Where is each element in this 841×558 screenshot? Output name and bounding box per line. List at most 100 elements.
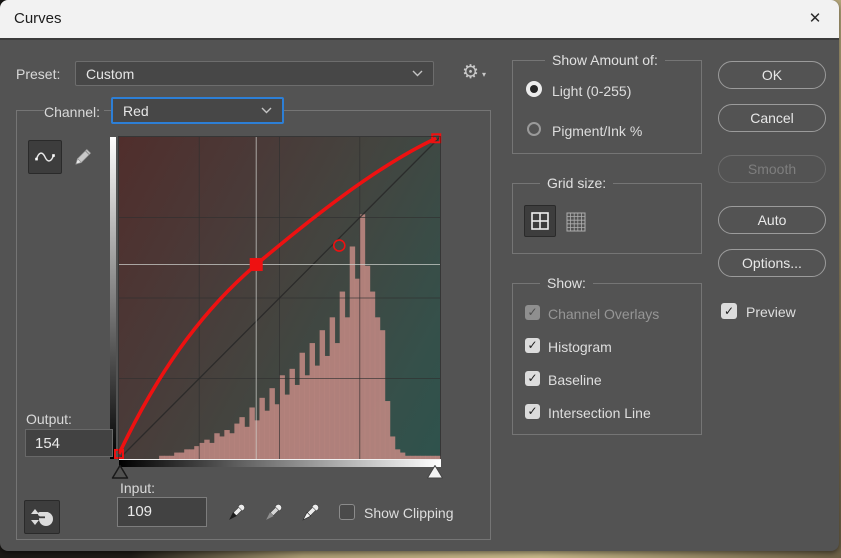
close-icon[interactable]: ✕ bbox=[799, 3, 831, 35]
channel-dropdown[interactable]: Red bbox=[111, 97, 284, 124]
gray-point-eyedropper-icon bbox=[260, 500, 286, 526]
light-radio[interactable] bbox=[526, 81, 542, 97]
show-amount-groupbox bbox=[512, 60, 702, 154]
gear-caret-icon: ▾ bbox=[482, 70, 486, 79]
white-point-eyedropper-button[interactable] bbox=[295, 498, 325, 528]
ok-button[interactable]: OK bbox=[718, 61, 826, 89]
targeted-adjustment-icon bbox=[29, 504, 55, 530]
quarter-grid-icon bbox=[531, 212, 549, 230]
histogram-bar bbox=[285, 395, 290, 459]
histogram-bar bbox=[370, 292, 375, 459]
histogram-bar bbox=[204, 440, 209, 459]
histogram-bar bbox=[259, 398, 264, 459]
preset-dropdown[interactable]: Custom bbox=[75, 61, 434, 86]
show-amount-title: Show Amount of: bbox=[545, 52, 665, 68]
output-label: Output: bbox=[26, 411, 72, 427]
histogram-bar bbox=[234, 424, 239, 459]
show-clipping-label: Show Clipping bbox=[364, 505, 454, 521]
preset-value: Custom bbox=[86, 66, 134, 82]
curve-tool-icon bbox=[33, 146, 57, 168]
title-bar[interactable]: Curves ✕ bbox=[0, 0, 839, 40]
pigment-ink-radio[interactable] bbox=[527, 122, 541, 136]
pigment-ink-radio-label: Pigment/Ink % bbox=[552, 123, 642, 139]
grid-size-title: Grid size: bbox=[540, 175, 613, 191]
show-title: Show: bbox=[540, 275, 593, 291]
histogram-bar bbox=[340, 292, 345, 459]
output-field[interactable]: 154 bbox=[25, 429, 113, 457]
targeted-adjustment-tool-button[interactable] bbox=[24, 500, 60, 534]
quarter-grid-button[interactable] bbox=[524, 205, 556, 237]
histogram-bar bbox=[320, 330, 325, 459]
histogram-bar bbox=[335, 343, 340, 459]
cancel-button[interactable]: Cancel bbox=[718, 104, 826, 132]
check-icon: ✓ bbox=[527, 338, 537, 352]
histogram-bar bbox=[224, 430, 229, 459]
histogram-bar bbox=[249, 407, 254, 459]
preset-label: Preset: bbox=[16, 66, 60, 82]
chevron-down-icon bbox=[412, 70, 423, 77]
histogram-bar bbox=[229, 433, 234, 459]
smooth-button: Smooth bbox=[718, 155, 826, 183]
histogram-bar bbox=[199, 443, 204, 459]
input-field[interactable]: 109 bbox=[117, 497, 207, 527]
histogram-bar bbox=[209, 443, 214, 459]
histogram-label: Histogram bbox=[548, 339, 612, 355]
histogram-bar bbox=[254, 420, 259, 459]
histogram-bar bbox=[360, 214, 365, 459]
gray-point-eyedropper-button[interactable] bbox=[258, 498, 288, 528]
curve-graph[interactable] bbox=[119, 137, 440, 459]
check-icon: ✓ bbox=[724, 304, 734, 318]
histogram-bar bbox=[315, 366, 320, 459]
histogram-bar bbox=[290, 369, 295, 459]
histogram-bar bbox=[350, 246, 355, 459]
histogram-bar bbox=[305, 375, 310, 459]
intersection-line-label: Intersection Line bbox=[548, 405, 651, 421]
pencil-tool-button[interactable] bbox=[66, 140, 100, 174]
auto-button[interactable]: Auto bbox=[718, 206, 826, 234]
preview-checkbox[interactable]: ✓ bbox=[721, 303, 737, 319]
options-button[interactable]: Options... bbox=[718, 249, 826, 277]
channel-overlays-label: Channel Overlays bbox=[548, 306, 659, 322]
histogram-bar bbox=[310, 343, 315, 459]
histogram-bar bbox=[219, 436, 224, 459]
check-icon: ✓ bbox=[527, 305, 537, 319]
channel-overlays-checkbox[interactable]: ✓ bbox=[525, 305, 540, 320]
preset-options-gear-icon[interactable]: ⚙ bbox=[462, 61, 479, 83]
histogram-bar bbox=[300, 353, 305, 459]
black-point-eyedropper-icon bbox=[223, 500, 249, 526]
histogram-bar bbox=[269, 388, 274, 459]
histogram-bar bbox=[295, 385, 300, 459]
histogram-bar bbox=[244, 427, 249, 459]
output-gradient-ramp bbox=[110, 137, 116, 459]
histogram-bar bbox=[184, 449, 189, 459]
baseline-checkbox[interactable]: ✓ bbox=[525, 371, 540, 386]
histogram-checkbox[interactable]: ✓ bbox=[525, 338, 540, 353]
show-clipping-checkbox[interactable] bbox=[339, 504, 355, 520]
histogram-bar bbox=[280, 375, 285, 459]
black-point-eyedropper-button[interactable] bbox=[221, 498, 251, 528]
check-icon: ✓ bbox=[527, 371, 537, 385]
shadow-input-slider[interactable] bbox=[111, 464, 129, 480]
baseline-label: Baseline bbox=[548, 372, 602, 388]
histogram-bar bbox=[345, 317, 350, 459]
histogram-bar bbox=[325, 356, 330, 459]
input-label: Input: bbox=[120, 480, 155, 496]
histogram-bar bbox=[395, 449, 400, 459]
fine-grid-button[interactable] bbox=[560, 206, 592, 238]
dialog-title: Curves bbox=[14, 10, 62, 27]
input-gradient-ramp bbox=[119, 459, 441, 467]
highlight-input-slider[interactable] bbox=[426, 464, 444, 480]
fine-grid-icon bbox=[566, 212, 586, 232]
white-point-eyedropper-icon bbox=[297, 500, 323, 526]
curves-dialog: Curves ✕ Preset: Custom ⚙ ▾ Channel: Red bbox=[0, 0, 839, 551]
histogram-bar bbox=[380, 330, 385, 459]
histogram-bar bbox=[365, 266, 370, 459]
histogram-bar bbox=[330, 317, 335, 459]
pencil-icon bbox=[71, 145, 95, 169]
histogram-bar bbox=[390, 436, 395, 459]
sample-circle-marker bbox=[334, 240, 345, 251]
intersection-line-checkbox[interactable]: ✓ bbox=[525, 404, 540, 419]
channel-label: Channel: bbox=[44, 104, 104, 120]
histogram-bar bbox=[385, 401, 390, 459]
point-curve-tool-button[interactable] bbox=[28, 140, 62, 174]
